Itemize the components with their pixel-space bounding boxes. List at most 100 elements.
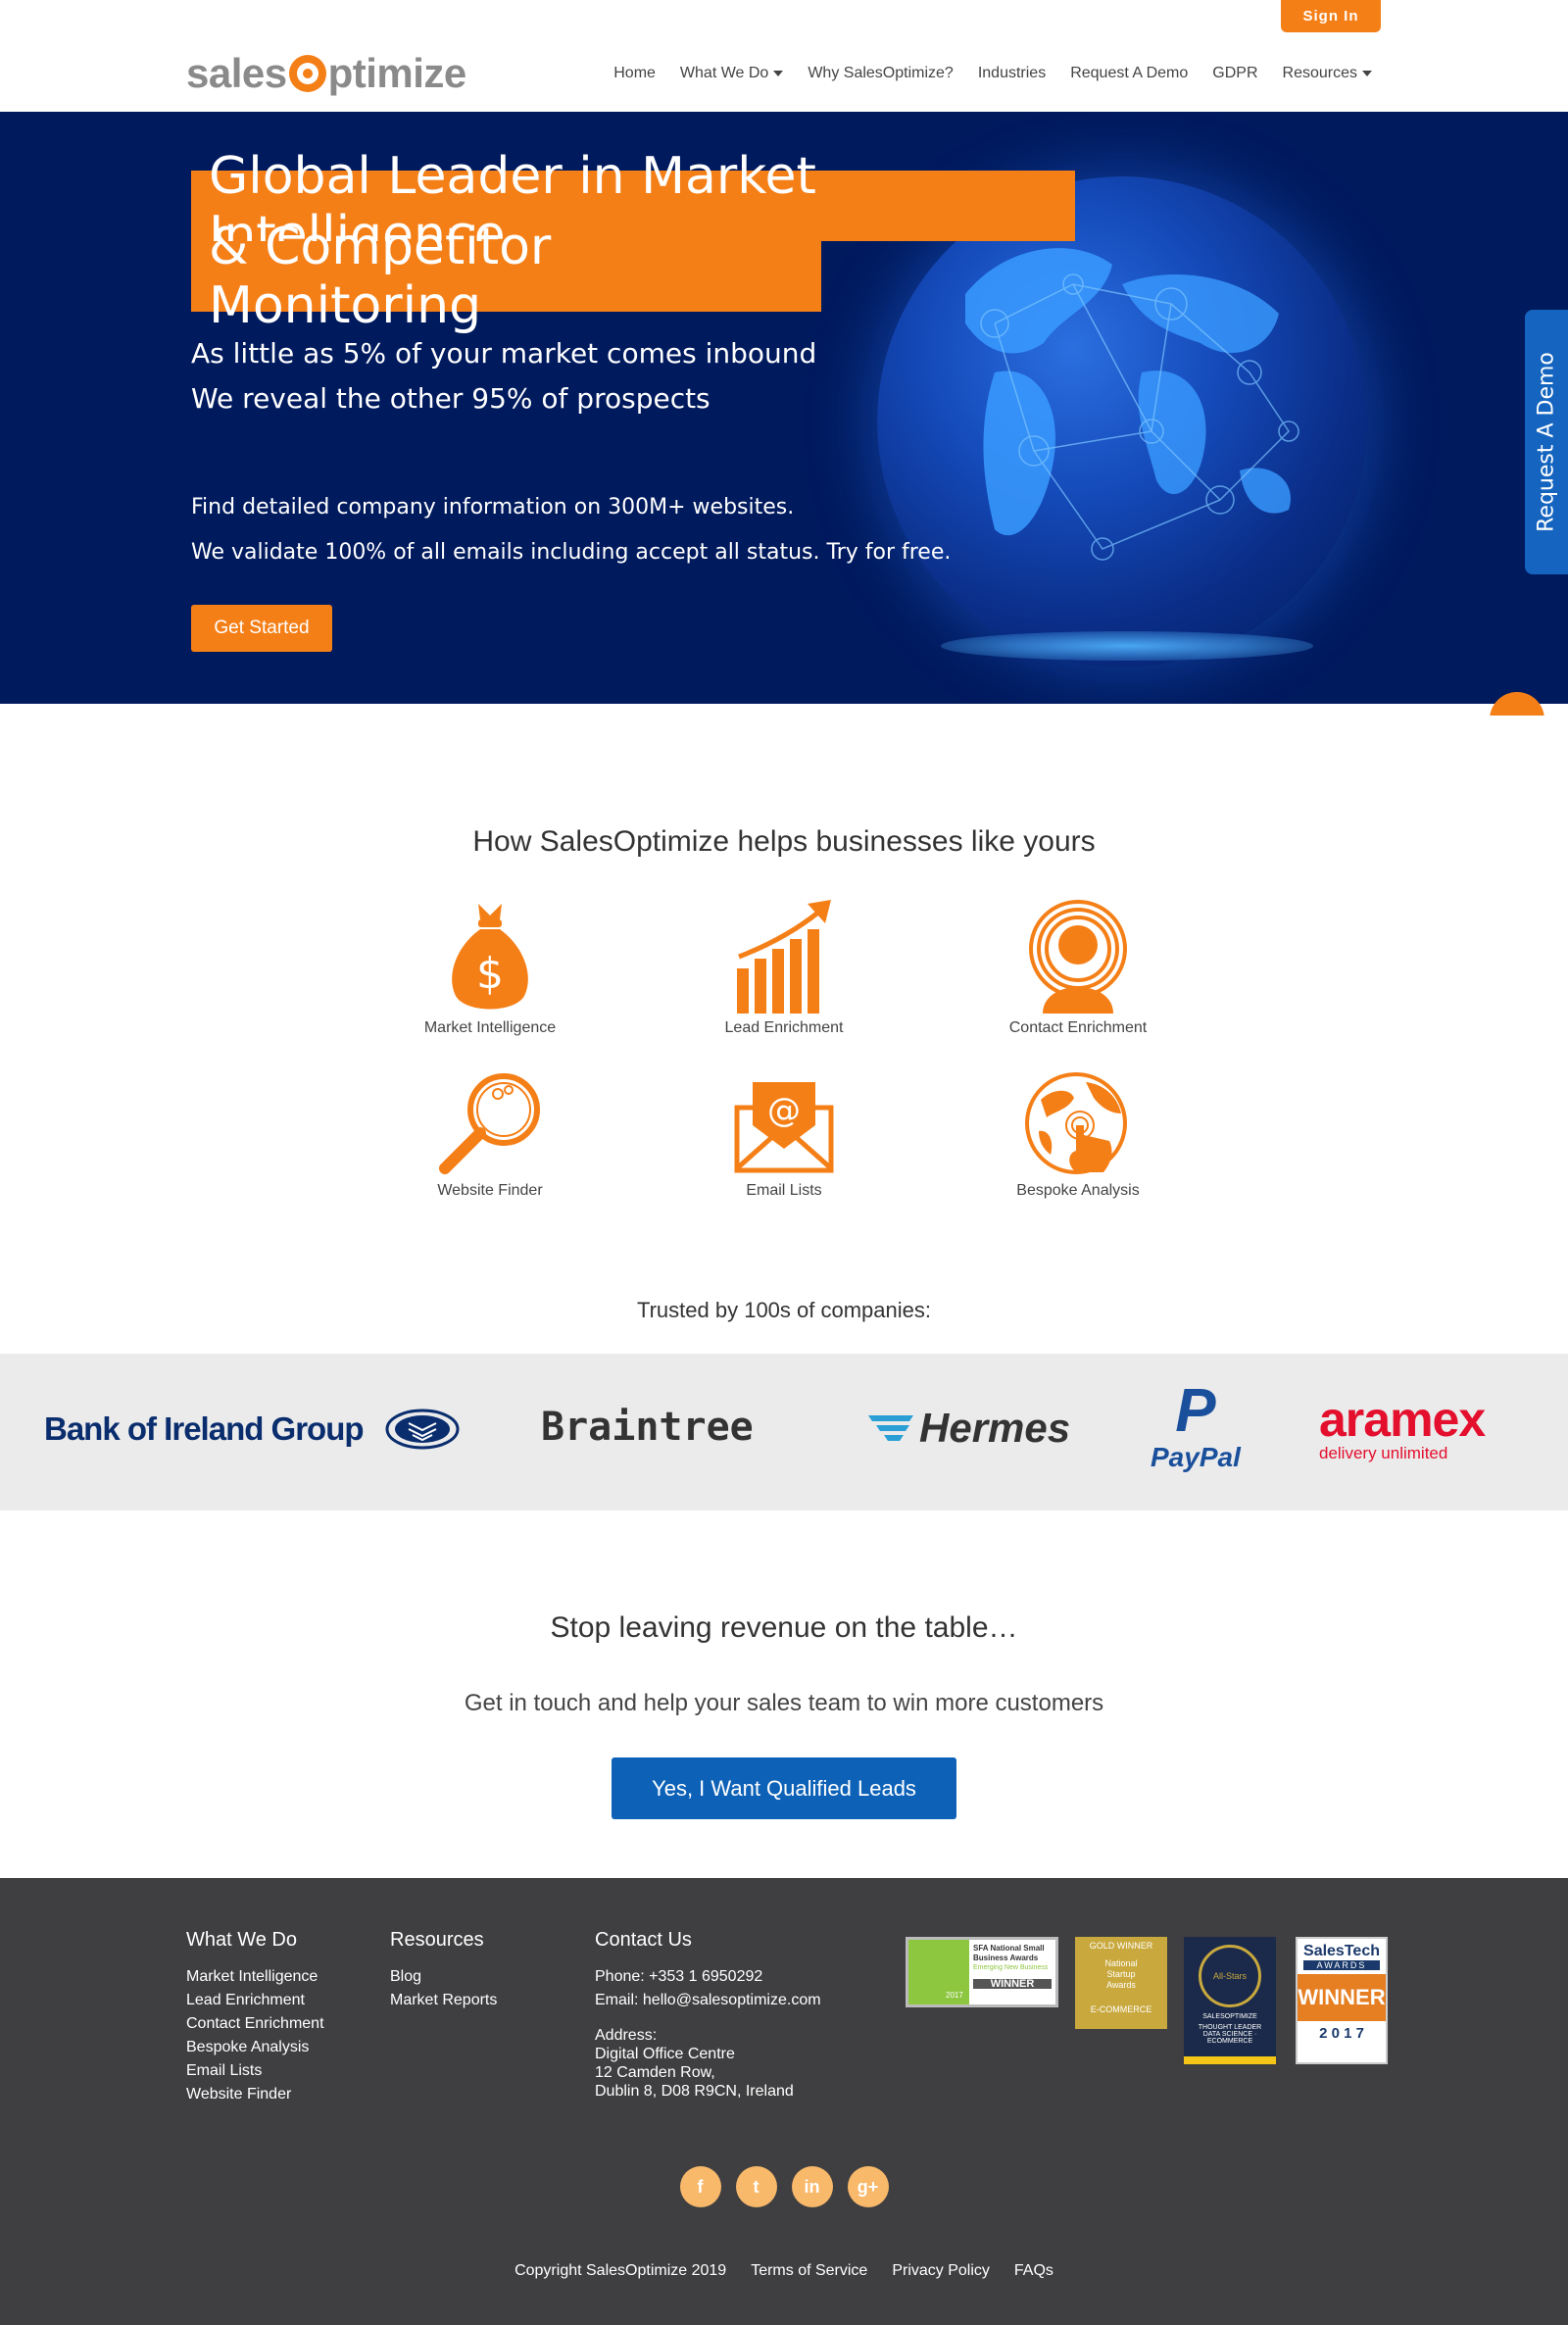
facebook-icon[interactable]: f <box>679 2166 721 2207</box>
allstars-subcategory: DATA SCIENCE · ECOMMERCE <box>1202 2031 1257 2045</box>
feature-market-intelligence[interactable]: $ Market Intelligence <box>392 898 588 1037</box>
paypal-text: PayPal <box>1151 1442 1241 1472</box>
allstars-footer-bar <box>1184 2056 1276 2064</box>
twitter-icon[interactable]: t <box>735 2166 777 2207</box>
chat-bubble-icon[interactable] <box>1490 692 1544 716</box>
nav-industries[interactable]: Industries <box>978 65 1046 82</box>
feature-bespoke-analysis[interactable]: Bespoke Analysis <box>980 1070 1176 1200</box>
nav-what-we-do[interactable]: What We Do <box>679 65 784 82</box>
hero-subtitle-2: We reveal the other 95% of prospects <box>191 382 710 415</box>
money-bag-icon: $ <box>452 904 528 1010</box>
nav-resources[interactable]: Resources <box>1283 65 1372 82</box>
address-line: 12 Camden Row, <box>595 2064 715 2081</box>
footer-address: Address: Digital Office Centre 12 Camden… <box>595 2026 821 2101</box>
nav-why-label: Why SalesOptimize? <box>808 65 954 81</box>
nav-request-demo[interactable]: Request A Demo <box>1070 65 1188 82</box>
nav-request-demo-label: Request A Demo <box>1070 65 1189 81</box>
aramex-text: aramex <box>1319 1392 1486 1447</box>
nav-resources-label: Resources <box>1282 65 1357 81</box>
nav-gdpr-label: GDPR <box>1212 65 1258 81</box>
bank-of-ireland-logo: Bank of Ireland Group <box>44 1409 460 1450</box>
nav-why-salesoptimize[interactable]: Why SalesOptimize? <box>808 65 954 82</box>
social-links: f t in g+ <box>0 2166 1568 2207</box>
allstars-category: THOUGHT LEADER <box>1198 2024 1262 2031</box>
globe-touch-icon <box>1025 1072 1127 1174</box>
client-logos-band: Bank of Ireland Group Braintree Hermes P… <box>0 1354 1568 1510</box>
footer-contact: Contact Us Phone: +353 1 6950292 Email: … <box>595 1929 821 2101</box>
request-demo-side-tab-label: Request A Demo <box>1534 352 1559 532</box>
growth-chart-icon <box>737 900 831 1014</box>
feature-label: Lead Enrichment <box>724 1019 844 1036</box>
trusted-title: Trusted by 100s of companies: <box>636 1298 931 1322</box>
sfa-award-badge: 2017 SFA National Small Business Awards … <box>906 1937 1058 2007</box>
bank-of-ireland-text: Bank of Ireland Group <box>44 1410 365 1447</box>
hero-paragraph-1: Find detailed company information on 300… <box>191 495 795 519</box>
faqs-link[interactable]: FAQs <box>1014 2262 1054 2280</box>
footer-phone[interactable]: Phone: +353 1 6950292 <box>595 1965 821 1989</box>
cta-title: Stop leaving revenue on the table… <box>550 1611 1018 1644</box>
feature-email-lists[interactable]: @ Email Lists <box>686 1070 882 1200</box>
qualified-leads-button[interactable]: Yes, I Want Qualified Leads <box>612 1757 956 1819</box>
hermes-speed-lines-icon <box>868 1415 913 1441</box>
footer-email[interactable]: Email: hello@salesoptimize.com <box>595 1989 821 2012</box>
nav-gdpr[interactable]: GDPR <box>1212 65 1257 82</box>
footer-link[interactable]: Website Finder <box>186 2083 324 2106</box>
allstars-seal-icon: All-Stars <box>1199 1945 1261 2007</box>
hero-section: Global Leader in Market Intelligence & C… <box>0 112 1568 704</box>
footer-link[interactable]: Blog <box>390 1965 497 1989</box>
get-started-button[interactable]: Get Started <box>191 605 332 652</box>
logo-text-left: sales <box>186 50 287 96</box>
paypal-logo: P PayPal <box>1151 1381 1241 1473</box>
terms-link[interactable]: Terms of Service <box>751 2262 867 2280</box>
sfa-award-result: WINNER <box>973 1979 1052 1990</box>
copyright-text: Copyright SalesOptimize 2019 <box>514 2262 727 2279</box>
salestech-sub: AWARDS <box>1303 1960 1380 1970</box>
salestech-result: WINNER <box>1298 1974 1386 2021</box>
gold-startup-award-badge: GOLD WINNER National Startup Awards E-CO… <box>1075 1937 1167 2029</box>
gold-award-line: Startup <box>1106 1969 1136 1979</box>
footer-link[interactable]: Lead Enrichment <box>186 1989 324 2012</box>
feature-contact-enrichment[interactable]: Contact Enrichment <box>980 898 1176 1037</box>
footer-heading: Resources <box>390 1929 484 1951</box>
request-demo-side-tab[interactable]: Request A Demo <box>1525 310 1568 574</box>
footer-what-we-do: What We Do Market Intelligence Lead Enri… <box>186 1929 324 2106</box>
footer-link[interactable]: Bespoke Analysis <box>186 2036 324 2059</box>
feature-lead-enrichment[interactable]: Lead Enrichment <box>686 898 882 1037</box>
main-nav: Home What We Do Why SalesOptimize? Indus… <box>613 65 1372 82</box>
gold-award-title: GOLD WINNER <box>1089 1941 1153 1951</box>
footer-heading: What We Do <box>186 1929 297 1951</box>
email-envelope-icon: @ <box>734 1082 834 1173</box>
hero-title-line-2: & Competitor Monitoring <box>191 218 821 335</box>
feature-website-finder[interactable]: Website Finder <box>392 1070 588 1200</box>
cta-subtitle: Get in touch and help your sales team to… <box>464 1690 1104 1716</box>
sfa-award-category: Emerging New Business <box>973 1964 1049 1971</box>
feature-label: Website Finder <box>437 1182 543 1199</box>
aramex-logo: aramex delivery unlimited <box>1319 1392 1486 1463</box>
google-plus-icon[interactable]: g+ <box>847 2166 889 2207</box>
nav-home[interactable]: Home <box>613 65 656 82</box>
allstars-award-badge: All-Stars SALESOPTIMIZE THOUGHT LEADER D… <box>1184 1937 1276 2064</box>
allstars-org: SALESOPTIMIZE <box>1202 2013 1257 2020</box>
sign-in-button[interactable]: Sign In <box>1281 0 1381 32</box>
footer-link[interactable]: Contact Enrichment <box>186 2012 324 2036</box>
hero-paragraph-2: We validate 100% of all emails including… <box>191 540 952 565</box>
footer-heading: Contact Us <box>595 1929 692 1951</box>
footer-resources: Resources Blog Market Reports <box>390 1929 497 2012</box>
privacy-link[interactable]: Privacy Policy <box>892 2262 990 2280</box>
hermes-text: Hermes <box>919 1405 1071 1451</box>
braintree-logo: Braintree <box>541 1405 754 1450</box>
footer-link[interactable]: Market Intelligence <box>186 1965 324 1989</box>
salestech-award-badge: SalesTech AWARDS WINNER 2 0 1 7 <box>1296 1937 1388 2064</box>
svg-text:@: @ <box>767 1091 801 1130</box>
nav-what-we-do-label: What We Do <box>679 65 769 81</box>
logo-target-icon <box>288 55 326 92</box>
feature-label: Contact Enrichment <box>1008 1019 1148 1036</box>
footer-link[interactable]: Email Lists <box>186 2059 324 2083</box>
footer-bottom-links: Copyright SalesOptimize 2019 Terms of Se… <box>0 2262 1568 2280</box>
salesoptimize-logo[interactable]: sales ptimize <box>186 49 466 98</box>
logo-text-right: ptimize <box>327 50 467 96</box>
braintree-text: Braintree <box>541 1405 754 1450</box>
nav-industries-label: Industries <box>977 65 1047 81</box>
linkedin-icon[interactable]: in <box>791 2166 833 2207</box>
footer-link[interactable]: Market Reports <box>390 1989 497 2012</box>
